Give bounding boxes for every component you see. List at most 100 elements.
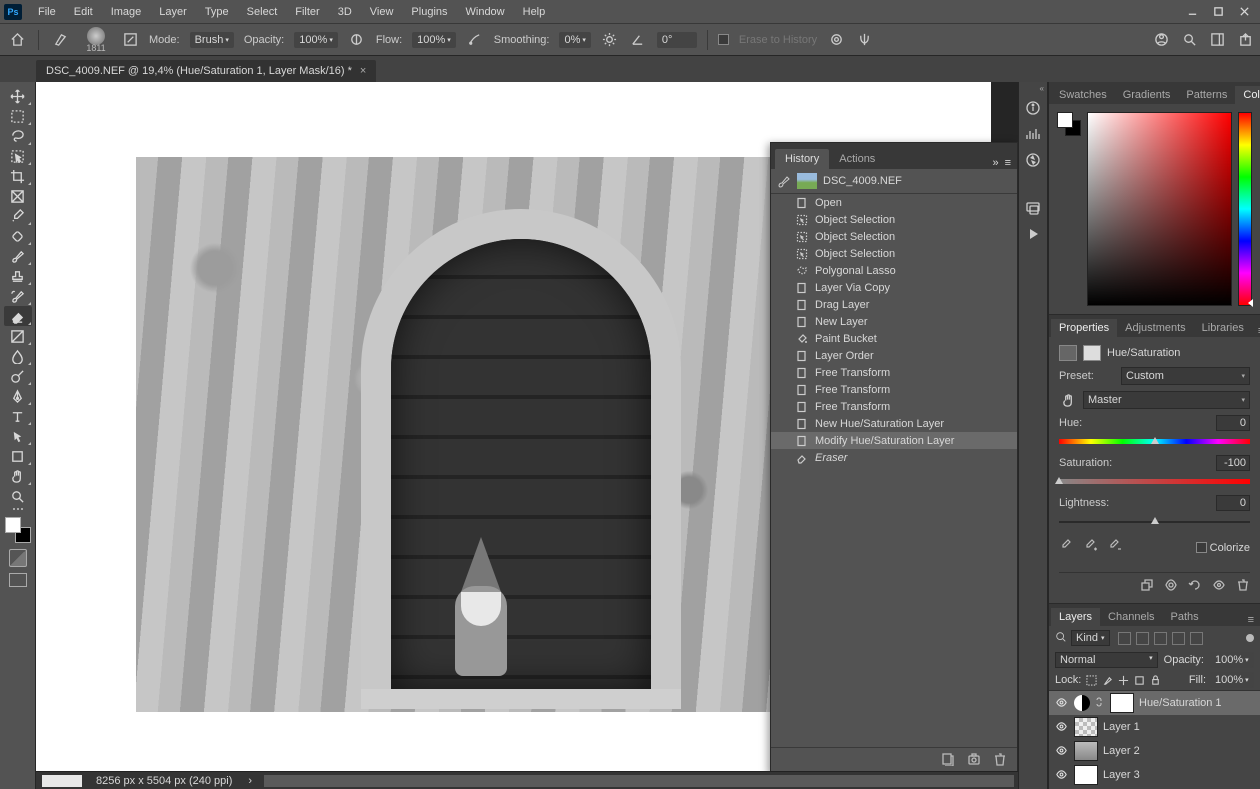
histogram-panel-icon[interactable] bbox=[1021, 122, 1045, 146]
layer-row[interactable]: Layer 1 bbox=[1049, 715, 1260, 739]
document-tab[interactable]: DSC_4009.NEF @ 19,4% (Hue/Saturation 1, … bbox=[36, 60, 376, 82]
menu-edit[interactable]: Edit bbox=[66, 3, 101, 21]
history-item[interactable]: Layer Order bbox=[771, 347, 1017, 364]
clip-to-layer-icon[interactable] bbox=[1140, 578, 1154, 595]
layer-mask-thumb[interactable] bbox=[1110, 693, 1134, 713]
history-snapshot[interactable]: DSC_4009.NEF bbox=[771, 169, 1017, 194]
fg-bg-swatches[interactable] bbox=[5, 517, 31, 543]
view-previous-icon[interactable] bbox=[1164, 578, 1178, 595]
mask-icon[interactable] bbox=[1083, 345, 1101, 361]
tab-swatches[interactable]: Swatches bbox=[1051, 86, 1115, 104]
mode-select[interactable]: Brush▾ bbox=[190, 32, 234, 48]
window-close[interactable] bbox=[1232, 3, 1256, 21]
tab-properties[interactable]: Properties bbox=[1051, 319, 1117, 337]
menu-layer[interactable]: Layer bbox=[151, 3, 195, 21]
brush-tool[interactable] bbox=[4, 246, 32, 266]
layer-thumb[interactable] bbox=[1074, 717, 1098, 737]
tool-preset-icon[interactable] bbox=[49, 29, 71, 51]
history-item[interactable]: Modify Hue/Saturation Layer bbox=[771, 432, 1017, 449]
workspace-icon[interactable] bbox=[1208, 31, 1226, 49]
window-maximize[interactable] bbox=[1206, 3, 1230, 21]
eraser-tool[interactable] bbox=[4, 306, 32, 326]
menu-image[interactable]: Image bbox=[103, 3, 150, 21]
menu-file[interactable]: File bbox=[30, 3, 64, 21]
filter-toggle[interactable] bbox=[1246, 634, 1254, 642]
history-item[interactable]: Layer Via Copy bbox=[771, 279, 1017, 296]
eyedropper-tool[interactable] bbox=[4, 206, 32, 226]
tab-adjustments[interactable]: Adjustments bbox=[1117, 319, 1194, 337]
history-brush-tool[interactable] bbox=[4, 286, 32, 306]
smoothing-field[interactable]: 0%▾ bbox=[559, 32, 590, 48]
menu-3d[interactable]: 3D bbox=[330, 3, 360, 21]
visibility-toggle[interactable] bbox=[1055, 720, 1069, 734]
edit-toolbar-icon[interactable] bbox=[8, 508, 28, 511]
smoothing-options-icon[interactable] bbox=[601, 31, 619, 49]
eyedropper-set-icon[interactable] bbox=[1059, 539, 1073, 556]
history-source-icon[interactable] bbox=[777, 174, 791, 188]
layer-row[interactable]: Layer 2 bbox=[1049, 739, 1260, 763]
menu-window[interactable]: Window bbox=[458, 3, 513, 21]
lock-pixels-icon[interactable] bbox=[1101, 674, 1113, 686]
history-item[interactable]: Object Selection bbox=[771, 245, 1017, 262]
fill-field[interactable]: 100%▾ bbox=[1210, 672, 1254, 688]
object-select-tool[interactable] bbox=[4, 146, 32, 166]
targeted-adjust-icon[interactable] bbox=[1059, 391, 1077, 409]
menu-filter[interactable]: Filter bbox=[287, 3, 327, 21]
opacity-field[interactable]: 100%▾ bbox=[294, 32, 338, 48]
panel-collapse-icon[interactable]: » bbox=[992, 157, 998, 169]
layer-name[interactable]: Layer 1 bbox=[1103, 721, 1254, 733]
layer-thumb[interactable] bbox=[1074, 765, 1098, 785]
type-tool[interactable] bbox=[4, 406, 32, 426]
frame-tool[interactable] bbox=[4, 186, 32, 206]
tab-color[interactable]: Color bbox=[1235, 86, 1260, 104]
path-select-tool[interactable] bbox=[4, 426, 32, 446]
light-value[interactable]: 0 bbox=[1216, 495, 1250, 511]
marquee-tool[interactable] bbox=[4, 106, 32, 126]
toggle-visibility-icon[interactable] bbox=[1212, 578, 1226, 595]
airbrush-icon[interactable] bbox=[466, 31, 484, 49]
zoom-tool[interactable] bbox=[4, 486, 32, 506]
delete-state-icon[interactable] bbox=[993, 752, 1007, 769]
h-scrollbar[interactable] bbox=[264, 775, 1014, 787]
eyedropper-add-icon[interactable] bbox=[1083, 539, 1097, 556]
quick-mask-icon[interactable] bbox=[9, 549, 27, 567]
angle-icon[interactable] bbox=[629, 31, 647, 49]
menu-view[interactable]: View bbox=[362, 3, 402, 21]
history-item[interactable]: Free Transform bbox=[771, 381, 1017, 398]
history-item[interactable]: Polygonal Lasso bbox=[771, 262, 1017, 279]
symmetry-icon[interactable] bbox=[855, 31, 873, 49]
erase-history-checkbox[interactable] bbox=[718, 34, 729, 45]
tab-history[interactable]: History bbox=[775, 149, 829, 169]
layer-name[interactable]: Hue/Saturation 1 bbox=[1139, 697, 1254, 709]
new-snapshot-icon[interactable] bbox=[967, 752, 981, 769]
fg-color-swatch[interactable] bbox=[5, 517, 21, 533]
layer-row[interactable]: Layer 3 bbox=[1049, 763, 1260, 787]
filter-adjust-icon[interactable] bbox=[1136, 632, 1149, 645]
history-item[interactable]: Paint Bucket bbox=[771, 330, 1017, 347]
heal-tool[interactable] bbox=[4, 226, 32, 246]
history-item[interactable]: New Hue/Saturation Layer bbox=[771, 415, 1017, 432]
brush-panel-icon[interactable] bbox=[121, 31, 139, 49]
comments-panel-icon[interactable] bbox=[1021, 196, 1045, 220]
sat-value[interactable]: -100 bbox=[1216, 455, 1250, 471]
menu-help[interactable]: Help bbox=[515, 3, 554, 21]
hue-slider-track[interactable] bbox=[1059, 439, 1250, 445]
visibility-toggle[interactable] bbox=[1055, 696, 1069, 710]
share-icon[interactable] bbox=[1236, 31, 1254, 49]
stamp-tool[interactable] bbox=[4, 266, 32, 286]
zoom-field[interactable] bbox=[42, 775, 82, 787]
search-icon[interactable] bbox=[1180, 31, 1198, 49]
filter-kind-select[interactable]: Kind▾ bbox=[1071, 630, 1110, 646]
preset-select[interactable]: Custom▾ bbox=[1121, 367, 1250, 385]
lock-artboard-icon[interactable] bbox=[1133, 674, 1145, 686]
history-item[interactable]: New Layer bbox=[771, 313, 1017, 330]
history-item[interactable]: Object Selection bbox=[771, 211, 1017, 228]
pressure-opacity-icon[interactable] bbox=[348, 31, 366, 49]
sat-slider-track[interactable] bbox=[1059, 479, 1250, 485]
colorize-checkbox[interactable] bbox=[1196, 542, 1207, 553]
flow-field[interactable]: 100%▾ bbox=[412, 32, 456, 48]
tab-channels[interactable]: Channels bbox=[1100, 608, 1162, 626]
play-panel-icon[interactable] bbox=[1021, 222, 1045, 246]
move-tool[interactable] bbox=[4, 86, 32, 106]
lock-position-icon[interactable] bbox=[1117, 674, 1129, 686]
